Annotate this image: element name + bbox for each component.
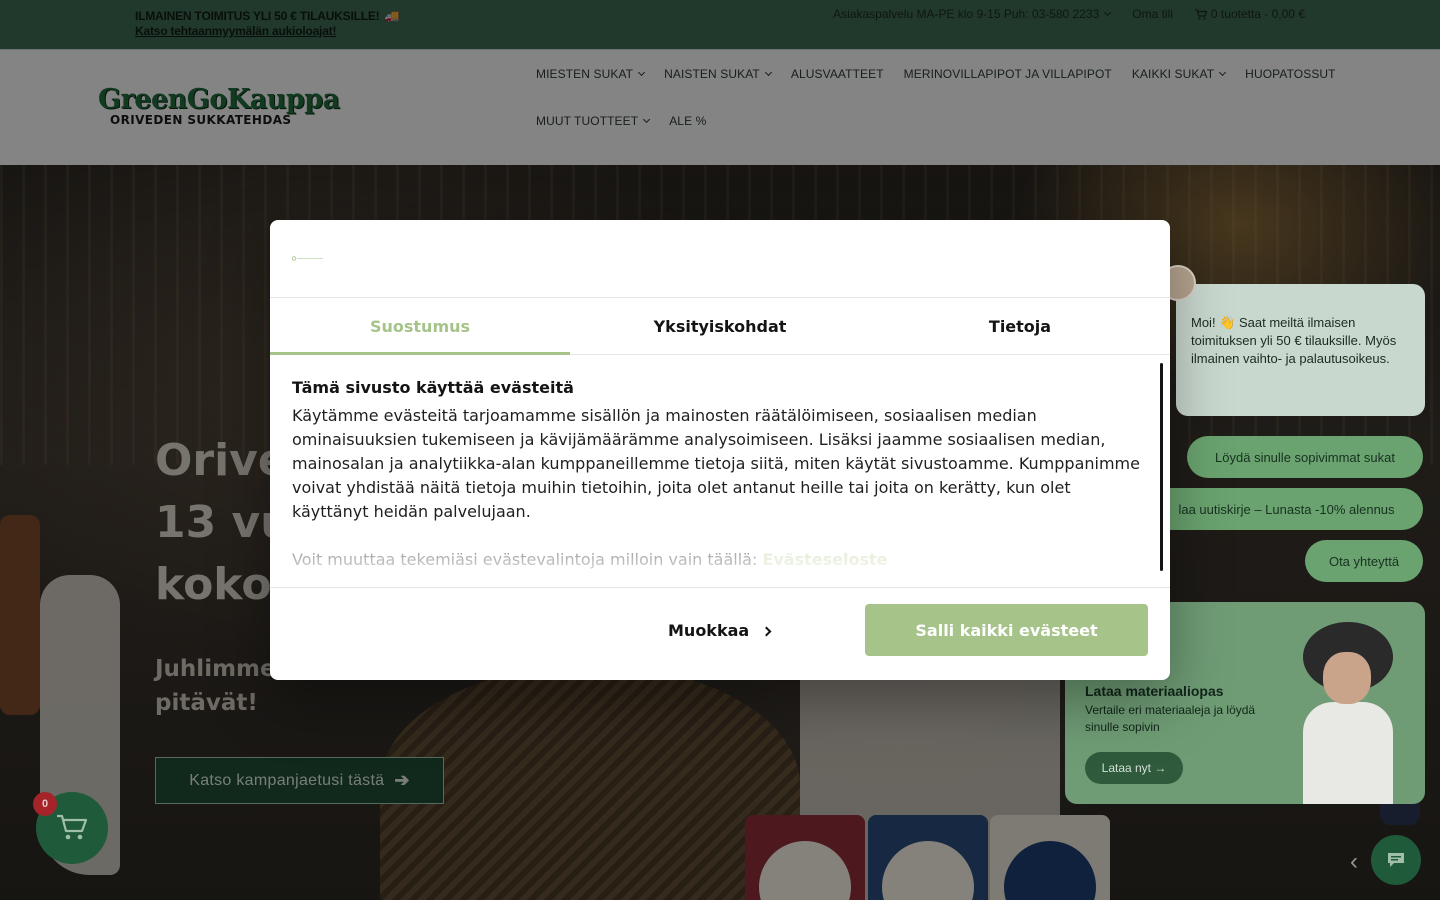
material-guide-description: Vertaile eri materiaaleja ja löydä sinul… bbox=[1085, 703, 1256, 734]
tab-consent[interactable]: Suostumus bbox=[270, 298, 570, 355]
chat-welcome-bubble: Moi! 👋 Saat meiltä ilmaisen toimituksen … bbox=[1176, 284, 1425, 416]
consent-body: Tämä sivusto käyttää evästeitä Käytämme … bbox=[292, 378, 1152, 588]
customize-button[interactable]: Muokkaa bbox=[668, 621, 772, 640]
material-guide-title: Lataa materiaaliopas bbox=[1085, 683, 1224, 699]
tab-label: Suostumus bbox=[369, 316, 471, 336]
cookie-policy-link[interactable]: Evästeseloste bbox=[762, 550, 887, 569]
consent-footer: Muokkaa Salli kaikki evästeet bbox=[270, 587, 1170, 680]
chevron-right-icon bbox=[761, 626, 772, 637]
tab-details[interactable]: Yksityiskohdat bbox=[570, 298, 870, 354]
cart-icon bbox=[57, 814, 88, 840]
chat-quick-reply-contact[interactable]: Ota yhteyttä bbox=[1305, 540, 1423, 582]
chat-quick-reply-newsletter[interactable]: laa uutiskirje – Lunasta -10% alennus bbox=[1150, 488, 1423, 530]
chat-open-button[interactable] bbox=[1371, 835, 1421, 885]
chat-icon bbox=[1388, 853, 1404, 867]
consent-scrollbar[interactable] bbox=[1160, 363, 1163, 571]
cookiebot-logo-icon bbox=[292, 256, 323, 261]
chat-quick-reply-socks[interactable]: Löydä sinulle sopivimmat sukat bbox=[1187, 436, 1423, 478]
download-guide-button[interactable]: Lataa nyt → bbox=[1085, 752, 1183, 784]
allow-all-cookies-button[interactable]: Salli kaikki evästeet bbox=[865, 604, 1148, 656]
customize-label: Muokkaa bbox=[668, 621, 750, 640]
chip-label: Löydä sinulle sopivimmat sukat bbox=[1215, 449, 1395, 465]
more-info-text: Voit muuttaa tekemiäsi evästevalintoja m… bbox=[292, 550, 758, 569]
tab-label: Tietoja bbox=[988, 316, 1052, 336]
tab-label: Yksityiskohdat bbox=[653, 316, 787, 336]
chip-label: Ota yhteyttä bbox=[1328, 553, 1400, 569]
consent-tabs: Suostumus Yksityiskohdat Tietoja bbox=[270, 297, 1170, 355]
tab-about[interactable]: Tietoja bbox=[870, 298, 1170, 354]
chat-message: Moi! 👋 Saat meiltä ilmaisen toimituksen … bbox=[1191, 315, 1397, 366]
chevron-left-icon[interactable]: ‹ bbox=[1350, 848, 1358, 876]
chip-label: laa uutiskirje – Lunasta -10% alennus bbox=[1178, 501, 1395, 517]
professor-image bbox=[1283, 622, 1413, 804]
consent-text: Käytämme evästeitä tarjoamamme sisällön … bbox=[292, 406, 1140, 521]
cart-count-badge: 0 bbox=[33, 792, 57, 816]
allow-all-label: Salli kaikki evästeet bbox=[915, 620, 1098, 640]
consent-more-info: Voit muuttaa tekemiäsi evästevalintoja m… bbox=[292, 548, 1152, 572]
consent-heading: Tämä sivusto käyttää evästeitä bbox=[292, 378, 574, 397]
cookie-consent-dialog: Suostumus Yksityiskohdat Tietoja Tämä si… bbox=[270, 220, 1170, 680]
